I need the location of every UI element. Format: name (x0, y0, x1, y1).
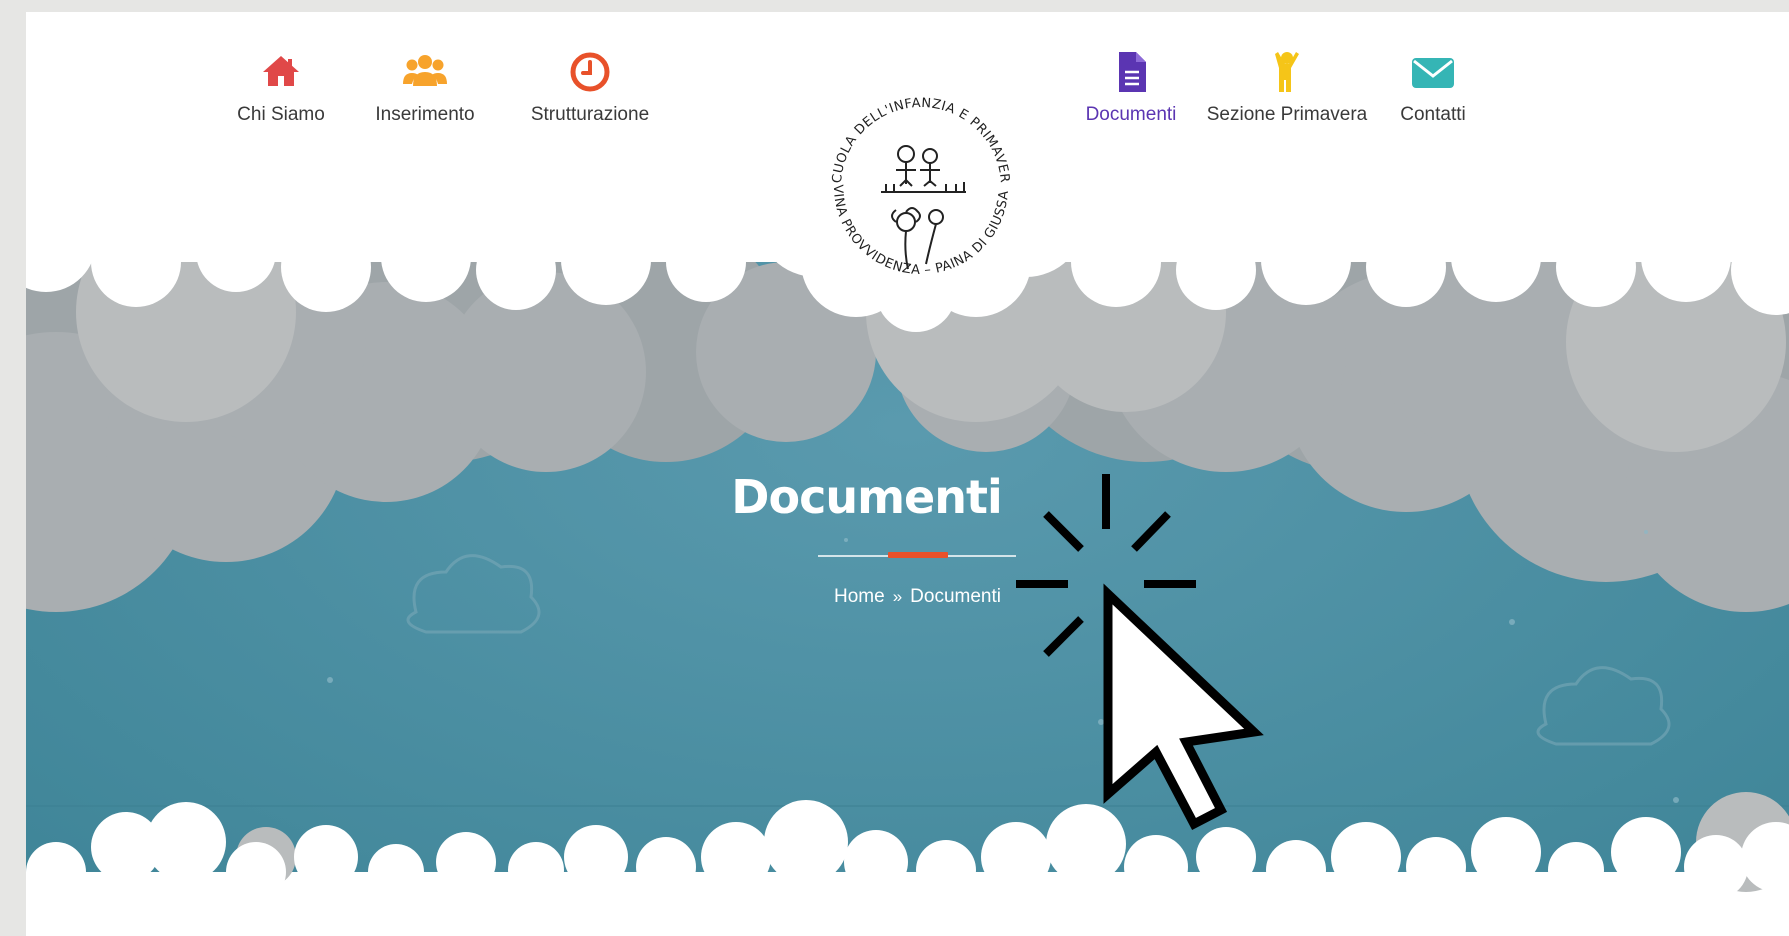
click-cursor-icon (1016, 474, 1316, 834)
nav-label: Strutturazione (530, 104, 650, 125)
logo-ring-text-top: SCUOLA DELL'INFANZIA E PRIMAVERA (791, 51, 1011, 184)
nav-label: Chi Siamo (237, 104, 325, 125)
nav-strutturazione[interactable]: Strutturazione (505, 50, 675, 126)
title-accent-bar (888, 552, 948, 558)
svg-text:SCUOLA DELL'INFANZIA E PRIMAVE: SCUOLA DELL'INFANZIA E PRIMAVERA (796, 62, 1012, 184)
page: SCUOLA DELL'INFANZIA E PRIMAVERA DIVINA … (26, 12, 1789, 936)
document-icon (1109, 50, 1153, 94)
breadcrumb-current: Documenti (910, 586, 1001, 607)
page-title: Documenti (731, 470, 1002, 524)
home-icon (259, 50, 303, 94)
breadcrumb-home-link[interactable]: Home (834, 586, 885, 607)
nav-sezione-primavera[interactable]: Sezione Primavera (1202, 50, 1372, 126)
nav-label: Contatti (1400, 104, 1466, 125)
nav-label: Sezione Primavera (1206, 104, 1368, 125)
nav-label: Documenti (1085, 104, 1177, 125)
child-icon (1265, 50, 1309, 94)
breadcrumb: Home » Documenti (834, 586, 1001, 608)
children-drawing-icon (881, 145, 966, 270)
nav-inserimento[interactable]: Inserimento (340, 50, 510, 126)
envelope-icon (1411, 50, 1455, 94)
nav-label: Inserimento (375, 104, 475, 125)
nav-documenti[interactable]: Documenti (1046, 50, 1216, 126)
breadcrumb-separator: » (892, 587, 903, 606)
clock-icon (568, 50, 612, 94)
nav-contatti[interactable]: Contatti (1348, 50, 1518, 126)
school-logo[interactable]: SCUOLA DELL'INFANZIA E PRIMAVERA DIVINA … (791, 51, 1046, 312)
users-icon (403, 50, 447, 94)
